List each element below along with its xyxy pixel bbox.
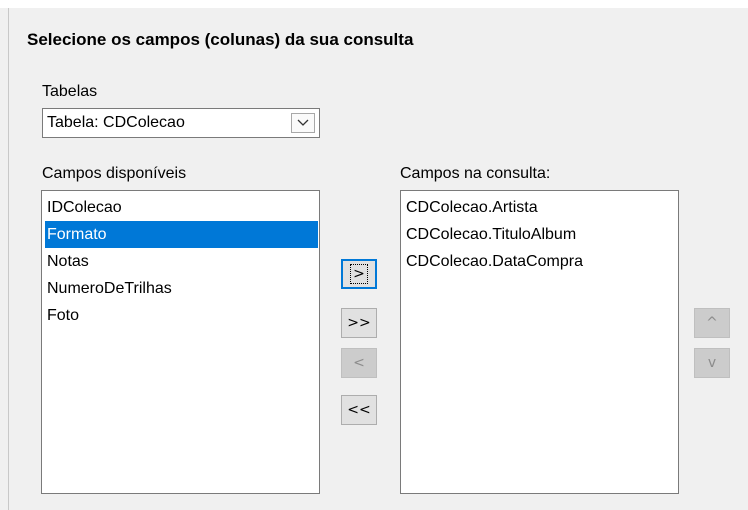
add-field-button[interactable]: >: [341, 259, 377, 289]
available-field-item[interactable]: IDColecao: [45, 194, 318, 221]
available-field-item[interactable]: Notas: [45, 248, 318, 275]
available-fields-list[interactable]: IDColecao Formato Notas NumeroDeTrilhas …: [41, 190, 320, 494]
available-field-item[interactable]: Foto: [45, 302, 318, 329]
remove-field-button[interactable]: <: [341, 348, 377, 378]
query-fields-label: Campos na consulta:: [400, 165, 551, 182]
add-field-button-label: >: [350, 264, 368, 284]
tables-label: Tabelas: [42, 83, 98, 100]
tables-select-value: Tabela: CDColecao: [47, 114, 185, 131]
query-field-item[interactable]: CDColecao.Artista: [404, 194, 538, 221]
chevron-down-icon: [297, 119, 309, 126]
query-field-item[interactable]: CDColecao.DataCompra: [404, 248, 583, 275]
query-field-item[interactable]: CDColecao.TituloAlbum: [404, 221, 576, 248]
chevron-up-icon: ^: [706, 315, 718, 331]
available-field-item-selected[interactable]: Formato: [45, 221, 318, 248]
query-fields-list[interactable]: CDColecao.Artista CDColecao.TituloAlbum …: [400, 190, 679, 494]
move-down-button[interactable]: v: [694, 348, 730, 378]
page-heading: Selecione os campos (colunas) da sua con…: [27, 30, 414, 49]
remove-all-fields-button-label: <<: [347, 402, 371, 418]
remove-all-fields-button[interactable]: <<: [341, 395, 377, 425]
available-field-item[interactable]: NumeroDeTrilhas: [45, 275, 318, 302]
tables-select[interactable]: Tabela: CDColecao: [42, 108, 320, 138]
dropdown-button[interactable]: [291, 113, 315, 133]
move-up-button[interactable]: ^: [694, 308, 730, 338]
window-top-strip: [0, 0, 748, 8]
add-all-fields-button-label: >>: [347, 315, 371, 331]
available-fields-label: Campos disponíveis: [42, 165, 187, 182]
add-all-fields-button[interactable]: >>: [341, 308, 377, 338]
chevron-down-icon: v: [707, 355, 717, 371]
remove-field-button-label: <: [353, 355, 365, 371]
